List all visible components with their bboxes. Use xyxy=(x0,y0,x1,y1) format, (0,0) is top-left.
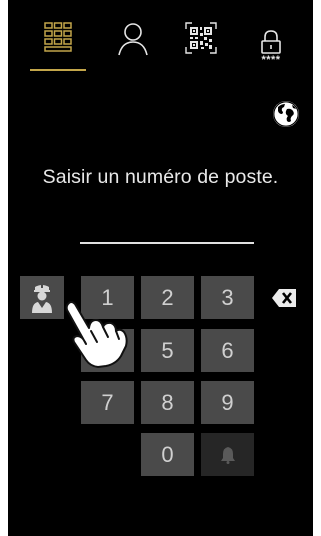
key-7-label: 7 xyxy=(101,389,114,415)
extension-prompt: Saisir un numéro de poste. xyxy=(42,166,279,188)
tab-keypad[interactable] xyxy=(36,22,80,72)
backspace-button[interactable] xyxy=(261,276,307,319)
tab-access-code[interactable]: **** xyxy=(249,22,293,72)
key-7[interactable]: 7 xyxy=(81,381,134,424)
language-button[interactable] xyxy=(272,100,300,128)
concierge-icon xyxy=(32,284,52,313)
lock-icon xyxy=(261,29,281,54)
tap-hand-icon xyxy=(65,301,128,368)
access-code-mask: **** xyxy=(261,53,281,66)
key-9[interactable]: 9 xyxy=(201,381,254,424)
tab-qr-code[interactable] xyxy=(179,22,223,72)
key-9-label: 9 xyxy=(221,389,234,415)
key-2[interactable]: 2 xyxy=(141,276,194,319)
bell-icon xyxy=(220,446,235,464)
key-3[interactable]: 3 xyxy=(201,276,254,319)
key-3-label: 3 xyxy=(221,284,234,310)
active-tab-indicator xyxy=(30,69,86,71)
key-8[interactable]: 8 xyxy=(141,381,194,424)
globe-icon xyxy=(273,101,299,127)
backspace-icon xyxy=(272,288,296,307)
concierge-button[interactable] xyxy=(20,276,64,319)
qr-code-icon xyxy=(185,22,217,54)
tap-gesture-overlay xyxy=(64,298,130,368)
intercom-screen: **** Saisir un numéro de poste. 1 2 3 5 … xyxy=(8,0,313,536)
key-5[interactable]: 5 xyxy=(141,329,194,372)
keypad-icon xyxy=(44,22,72,52)
tab-contacts[interactable] xyxy=(111,22,155,72)
person-icon xyxy=(118,23,148,56)
extension-input[interactable] xyxy=(80,212,254,240)
call-bell-button[interactable] xyxy=(201,433,254,476)
key-0[interactable]: 0 xyxy=(141,433,194,476)
key-5-label: 5 xyxy=(161,337,174,363)
extension-input-underline xyxy=(80,242,254,244)
key-2-label: 2 xyxy=(161,284,174,310)
key-0-label: 0 xyxy=(161,441,174,467)
key-6-label: 6 xyxy=(221,337,234,363)
key-8-label: 8 xyxy=(161,389,174,415)
key-6[interactable]: 6 xyxy=(201,329,254,372)
